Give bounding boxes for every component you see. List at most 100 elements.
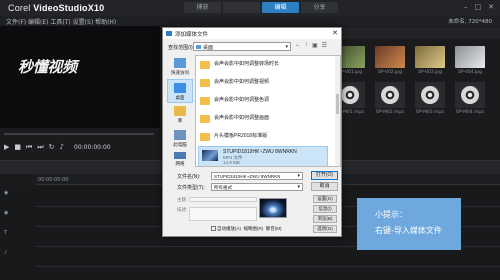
side-button[interactable]: 浏览(B) [313,215,337,223]
video-thumbnail [202,150,218,161]
app-titlebar: Corel VideoStudioX10 捕获 编辑 分享 – □ ✕ [0,0,500,16]
view-menu-icon[interactable]: ☰ [322,42,327,49]
file-name: 会声会影中如何调整视频 [214,79,270,85]
thumbnail-option[interactable]: 缩略图(R) [244,226,264,231]
look-in-label: 查找范围(I): [168,45,195,51]
brand-prefix: Corel [8,3,31,13]
scrollbar-thumb[interactable] [336,94,339,114]
track-header[interactable]: ♪ [0,250,34,266]
file-name: 会声会影中如何调整画面 [214,115,270,121]
file-name: 会声会影中如何调整转场时长 [214,61,280,67]
place-desktop[interactable]: 桌面 [167,79,193,103]
library-thumb[interactable] [375,46,405,68]
filename-label: 文件名(N): [177,174,201,180]
next-icon[interactable]: ⏭ [37,143,43,152]
file-item-selected[interactable]: STUPID1819HK~ZWU 8WNRKN MP4 文件 14.9 MB [198,146,328,166]
folder-icon [200,133,210,141]
menu-text[interactable]: 文件(F) 编辑(E) 工具(T) 设置(S) 帮助(H) [6,17,116,26]
ruler-start: 00:00:00:00 [38,177,69,183]
thumb-label: SP-M04.mpa [455,110,485,115]
thumb-label: SP-V03.jpg [417,70,443,75]
look-in-value: 桌面 [203,45,214,51]
menu-bar: 文件(F) 编辑(E) 工具(T) 设置(S) 帮助(H) [0,16,500,26]
close-icon[interactable]: ✕ [332,29,338,37]
back-icon[interactable]: ← [295,42,301,49]
close-icon[interactable]: ✕ [488,3,494,11]
place-libraries[interactable]: 库 [167,103,193,127]
mute-option[interactable]: 静音(M) [266,226,282,231]
file-item[interactable]: 会声会影中如何调整色调 [200,96,269,109]
library-thumb[interactable] [415,46,445,68]
track-header[interactable]: T [0,230,34,246]
repeat-icon[interactable]: ↻ [49,143,55,151]
side-button[interactable]: 信息(I) [313,205,337,213]
minimize-icon[interactable]: – [464,3,468,11]
step-edit[interactable]: 编辑 [262,2,299,13]
step-capture[interactable]: 捕获 [184,2,221,13]
place-label: 此电脑 [173,142,187,147]
file-name: 会声会影中如何调整色调 [214,97,270,103]
file-preview-thumbnail [259,198,287,218]
place-label: 快速访问 [171,70,189,75]
place-quick-access[interactable]: 快速访问 [167,55,193,79]
place-this-pc[interactable]: 此电脑 [167,127,193,151]
preview-scrubber[interactable] [4,133,154,135]
tip-box: 小提示： 右键-导入媒体文件 [357,198,461,250]
open-button[interactable]: 打开(O) [311,171,338,180]
library-icon [174,106,186,116]
prop-label: 主题: [177,197,188,202]
file-item[interactable]: 会声会影中如何调整转场时长 [200,60,279,73]
step-share[interactable]: 分享 [301,2,338,13]
track-divider [36,266,500,267]
autoplay-label: 自动播放(A) [217,226,241,231]
filename-value: STUPID1819HK~ZWU 8WNRKN [214,174,281,179]
autoplay-option[interactable]: 自动播放(A) 缩略图(R) 静音(M) [211,226,282,232]
file-size: 14.9 MB [223,160,240,165]
place-network[interactable]: 网络 [167,151,193,167]
look-in-select[interactable]: 桌面 ▾ [193,42,291,51]
cd-icon [381,86,399,104]
file-list: 会声会影中如何调整转场时长 会声会影中如何调整视频 会声会影中如何调整色调 会声… [195,55,341,167]
library-audio-thumb[interactable] [455,82,485,108]
checkbox-icon [211,226,216,232]
maximize-icon[interactable]: □ [475,3,482,11]
file-list-scrollbar[interactable] [335,56,340,166]
play-icon[interactable]: ▶ [4,143,9,151]
volume-icon[interactable]: ♪ [60,143,64,151]
computer-icon [174,130,186,140]
track-header[interactable]: ◉ [0,190,34,206]
thumb-label: SP-V04.jpg [457,70,483,75]
preview-window: 秒懂视频 [0,26,160,128]
prev-icon[interactable]: ⏮ [26,143,32,152]
watermark-logo: 秒懂视频 [18,58,77,76]
filename-input[interactable]: STUPID1819HK~ZWU 8WNRKN ▾ [211,172,303,180]
cancel-button[interactable]: 取消 [311,182,338,191]
cd-icon [421,86,439,104]
filetype-select[interactable]: 所有格式 ▾ [211,183,303,191]
nav-buttons: ← ↑ ▣ ☰ [295,42,327,49]
library-audio-thumb[interactable] [415,82,445,108]
file-item[interactable]: 片头模板PR2018标准版 [200,132,267,145]
chevron-down-icon: ▾ [285,44,288,50]
up-folder-icon[interactable]: ↑ [305,42,308,49]
timecode: 00:00:00:00 [74,144,111,151]
file-details: MP4 文件 14.9 MB [223,155,243,165]
prop-label: 描述: [177,207,188,212]
cd-icon [461,86,479,104]
file-item[interactable]: 会声会影中如何调整画面 [200,114,269,127]
new-folder-icon[interactable]: ▣ [312,42,318,49]
file-item[interactable]: 会声会影中如何调整视频 [200,78,269,91]
dialog-titlebar: 添加媒体文件 ✕ [163,28,341,39]
stop-icon[interactable]: ■ [14,143,21,151]
folder-icon [196,45,201,49]
library-toolbar [330,27,500,39]
folder-icon [200,115,210,123]
library-audio-thumb[interactable] [375,82,405,108]
filetype-label: 文件类型(T): [177,185,205,191]
side-button[interactable]: 设置(G) [313,195,337,203]
step-capture-2[interactable] [223,2,260,13]
side-button[interactable]: 选项(O) [313,225,337,233]
track-header[interactable]: ◉ [0,210,34,226]
library-thumb[interactable] [455,46,485,68]
dialog-title: 添加媒体文件 [175,32,209,38]
